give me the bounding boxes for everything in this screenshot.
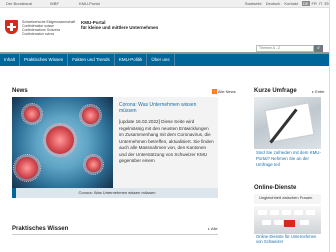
nav-kmu-politik[interactable]: KMU-Politik xyxy=(115,54,148,66)
startseite-link[interactable]: Startseite xyxy=(245,1,262,6)
news-article-card: Corona: Was Unternehmen wissen müssen [u… xyxy=(113,97,218,188)
top-links: Startseite Deutsch Kontakt DE FR IT EN xyxy=(245,1,330,6)
online-services-banner: Ungleichheit zwischen Frauen xyxy=(254,194,321,204)
survey-enter-link[interactable]: ▸ Enter xyxy=(312,89,325,94)
language-fr[interactable]: FR xyxy=(312,1,317,6)
search-input[interactable]: Themen A - Z xyxy=(256,45,314,52)
language-it[interactable]: IT xyxy=(319,1,323,6)
nav-fakten-und-trends[interactable]: Fakten und Trends xyxy=(68,54,115,66)
practical-knowledge-all-link[interactable]: ▸ Alle xyxy=(208,226,218,231)
news-heading: News xyxy=(12,88,28,94)
rss-icon: r xyxy=(212,89,217,95)
kontakt-link[interactable]: Kontakt xyxy=(284,1,298,6)
confederation-line-rm: Confederaziun svizra xyxy=(22,32,54,36)
practical-knowledge-heading: Praktisches Wissen xyxy=(12,226,69,232)
right-edge-panel xyxy=(329,0,336,252)
swiss-coat-of-arms-icon xyxy=(5,20,18,34)
breadcrumb-kmu-portal[interactable]: KMU-Portal xyxy=(79,1,100,6)
online-services-text[interactable]: Online-Dienste für Unternehmen von Schwe… xyxy=(256,234,322,244)
site-header: Schweizerische Eidgenossenschaft Confédé… xyxy=(0,8,336,52)
section-divider xyxy=(12,234,218,235)
online-services-heading: Online-Dienste xyxy=(254,185,297,191)
deutsch-link[interactable]: Deutsch xyxy=(266,1,281,6)
breadcrumb-wbf[interactable]: WBF xyxy=(50,1,59,6)
coronavirus-image-icon[interactable] xyxy=(12,97,113,188)
chevron-right-icon: ▸ xyxy=(208,226,211,231)
main-navigation: Inhalt Praktisches Wissen Fakten und Tre… xyxy=(0,52,336,66)
news-caption: Corona: Was Unternehmen wissen müssen xyxy=(12,188,218,198)
right-sidebar: Kurze Umfrage ▸ Enter Sind Sie zufrieden… xyxy=(254,88,336,252)
survey-image-icon[interactable] xyxy=(254,97,321,149)
survey-text[interactable]: Sind Sie zufrieden mit dem KMU-Portal? N… xyxy=(256,150,322,168)
all-news-link[interactable]: r Alle News xyxy=(212,89,236,95)
news-article-title[interactable]: Corona: Was Unternehmen wissen müssen xyxy=(119,102,214,114)
practical-knowledge-all-label: Alle xyxy=(210,226,218,231)
language-switcher: DE FR IT EN xyxy=(301,1,330,6)
chevron-right-icon: ▸ xyxy=(312,89,315,94)
keyboard-image-icon[interactable] xyxy=(254,206,321,234)
nav-praktisches-wissen[interactable]: Praktisches Wissen xyxy=(20,54,69,66)
search-icon[interactable]: ⌕ xyxy=(314,45,323,52)
survey-heading: Kurze Umfrage xyxy=(254,88,297,94)
top-bar: Der Bundesrat WBF KMU-Portal Startseite … xyxy=(0,0,336,8)
portal-title: KMU-Portal für kleine und mittlere Unter… xyxy=(81,20,158,30)
red-key-graphic xyxy=(284,220,295,227)
nav-inhalt[interactable]: Inhalt xyxy=(0,54,21,66)
nav-ueber-uns[interactable]: Über uns xyxy=(147,54,175,66)
language-de[interactable]: DE xyxy=(301,1,310,6)
breadcrumb-der-bundesrat[interactable]: Der Bundesrat xyxy=(6,1,32,6)
confederation-names: Schweizerische Eidgenossenschaft Confédé… xyxy=(22,20,75,36)
portal-title-subtitle: für kleine und mittlere Unternehmen xyxy=(81,25,159,30)
all-news-label: Alle News xyxy=(217,89,236,94)
survey-enter-label: Enter xyxy=(315,89,325,94)
news-article-text: [update 16.02.2022] Diese Seite wird reg… xyxy=(119,119,214,163)
